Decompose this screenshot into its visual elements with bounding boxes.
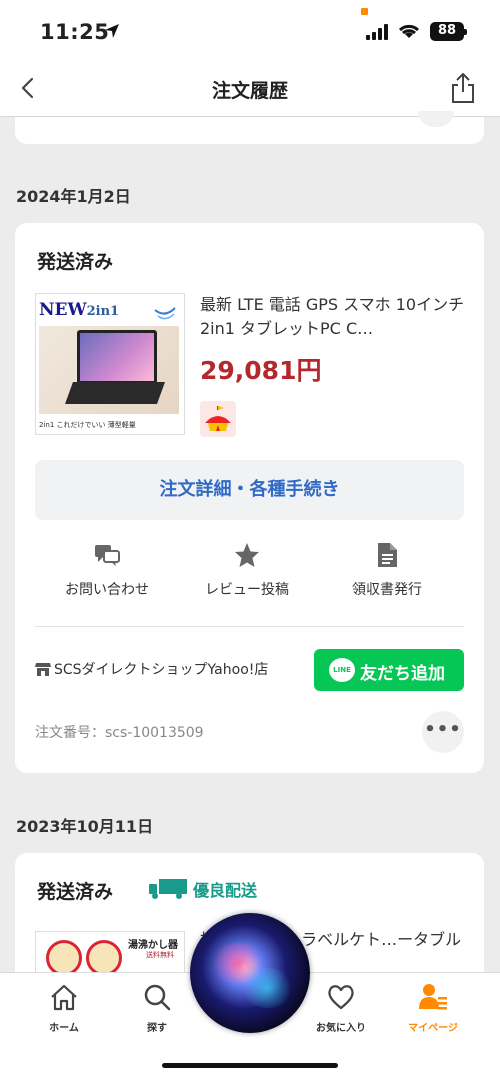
tablet-image xyxy=(77,330,157,384)
status-time: 11:25 xyxy=(40,20,110,44)
wifi-icon xyxy=(398,24,420,38)
thumbnail-caption: 2in1 これだけでいい 薄型軽量 xyxy=(39,421,136,429)
tab-home-label: ホーム xyxy=(49,1023,79,1034)
product-price: 29,081円 xyxy=(200,356,322,385)
chat-bubbles-icon xyxy=(95,545,120,566)
product-photo xyxy=(39,326,179,414)
person-list-icon xyxy=(419,984,447,1010)
siri-orb[interactable] xyxy=(190,913,310,1033)
search-icon xyxy=(144,984,171,1011)
previous-order-card xyxy=(15,111,484,144)
thumbnail-label: 湯沸かし器 xyxy=(128,940,178,951)
swoosh-graphic xyxy=(154,307,176,320)
page-title: 注文履歴 xyxy=(211,80,288,102)
more-options-button[interactable] xyxy=(418,111,454,127)
tab-mypage[interactable]: マイページ xyxy=(387,983,479,1034)
store-icon xyxy=(35,663,51,676)
home-indicator[interactable] xyxy=(162,1063,338,1068)
excellent-delivery-label: 優良配送 xyxy=(193,881,258,900)
store-name-link[interactable]: SCSダイレクトショップYahoo!店 xyxy=(54,659,268,679)
shipping-status: 発送済み xyxy=(37,881,114,903)
excellent-delivery-badge: 優良配送 xyxy=(149,877,257,900)
award-badge-graphic xyxy=(46,940,82,976)
order-card: 発送済み NEW2in1 2in1 これだけでいい 薄型軽量 最新 LTE 電話… xyxy=(15,223,484,773)
receipt-label: 領収書発行 xyxy=(352,582,422,598)
order-date: 2024年1月2日 xyxy=(16,187,131,206)
order-detail-button[interactable]: 注文詳細・各種手続き xyxy=(35,460,464,520)
thumbnail-badge: NEW2in1 xyxy=(39,300,120,320)
store-tent-icon xyxy=(200,401,236,437)
inquiry-button[interactable]: お問い合わせ xyxy=(37,541,177,599)
line-logo-icon: LINE xyxy=(329,658,355,682)
tab-favorites[interactable]: お気に入り xyxy=(295,983,387,1034)
share-icon[interactable] xyxy=(450,72,476,104)
thumbnail-sub-label: 送料無料 xyxy=(146,951,174,959)
tab-search-label: 探す xyxy=(147,1023,167,1034)
keyboard-image xyxy=(64,382,166,404)
line-add-friend-label: 友だち追加 xyxy=(360,664,445,684)
status-bar: 11:25 88 xyxy=(0,0,500,62)
product-thumbnail[interactable]: NEW2in1 2in1 これだけでいい 薄型軽量 xyxy=(35,293,185,435)
tab-mypage-label: マイページ xyxy=(408,1023,458,1034)
cellular-signal-icon xyxy=(366,24,388,40)
navigation-bar: 注文履歴 xyxy=(0,62,500,117)
tab-search[interactable]: 探す xyxy=(111,983,203,1034)
product-title[interactable]: 最新 LTE 電話 GPS スマホ 10インチ 2in1 タブレットPC C… xyxy=(200,293,465,341)
receipt-button[interactable]: 領収書発行 xyxy=(317,541,457,599)
order-date: 2023年10月11日 xyxy=(16,817,154,836)
location-arrow-icon xyxy=(105,24,119,38)
line-add-friend-button[interactable]: LINE 友だち追加 xyxy=(314,649,464,691)
privacy-indicator xyxy=(361,8,368,15)
document-icon xyxy=(378,543,397,567)
star-icon xyxy=(235,543,259,567)
shipping-status: 発送済み xyxy=(37,251,114,273)
award-badge-graphic xyxy=(86,940,122,976)
tab-favorites-label: お気に入り xyxy=(316,1023,366,1034)
inquiry-label: お問い合わせ xyxy=(65,582,149,598)
order-number: 注文番号：scs-10013509 xyxy=(35,725,204,741)
delivery-truck-icon xyxy=(149,879,187,899)
more-options-button[interactable]: ••• xyxy=(422,711,464,753)
battery-level: 88 xyxy=(437,23,457,38)
home-icon xyxy=(51,984,77,1011)
heart-icon xyxy=(328,985,354,1010)
review-label: レビュー投稿 xyxy=(205,582,289,598)
tab-home[interactable]: ホーム xyxy=(18,983,110,1034)
battery-icon: 88 xyxy=(430,22,467,41)
review-button[interactable]: レビュー投稿 xyxy=(177,541,317,599)
divider xyxy=(35,626,464,627)
